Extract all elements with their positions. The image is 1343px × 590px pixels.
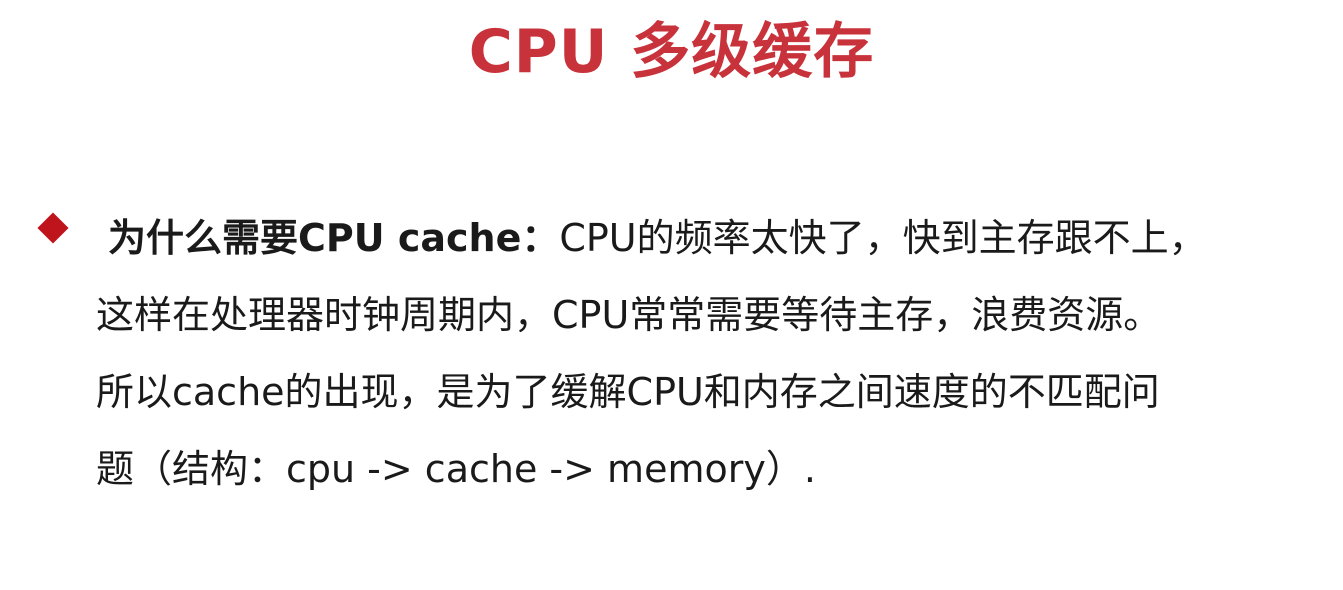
- bullet-line-2: 这样在处理器时钟周期内，CPU常常需要等待主存，浪费资源。: [96, 293, 1162, 337]
- bullet-lead: 为什么需要CPU cache：: [108, 216, 560, 260]
- bullet-line-1: 为什么需要CPU cache：CPU的频率太快了，快到主存跟不上，: [96, 200, 1326, 277]
- bullet-text: 为什么需要CPU cache：CPU的频率太快了，快到主存跟不上， 这样在处理器…: [96, 200, 1326, 508]
- slide-title: CPU 多级缓存: [468, 17, 875, 87]
- diamond-bullet-icon: [37, 212, 69, 244]
- bullet-line-3: 所以cache的出现，是为了缓解CPU和内存之间速度的不匹配问: [96, 370, 1160, 414]
- bullet-line-1-text: CPU的频率太快了，快到主存跟不上，: [559, 216, 1207, 260]
- slide: CPU 多级缓存 为什么需要CPU cache：CPU的频率太快了，快到主存跟不…: [0, 0, 1343, 590]
- bullet-line-4: 题（结构：cpu -> cache -> memory）.: [96, 447, 816, 491]
